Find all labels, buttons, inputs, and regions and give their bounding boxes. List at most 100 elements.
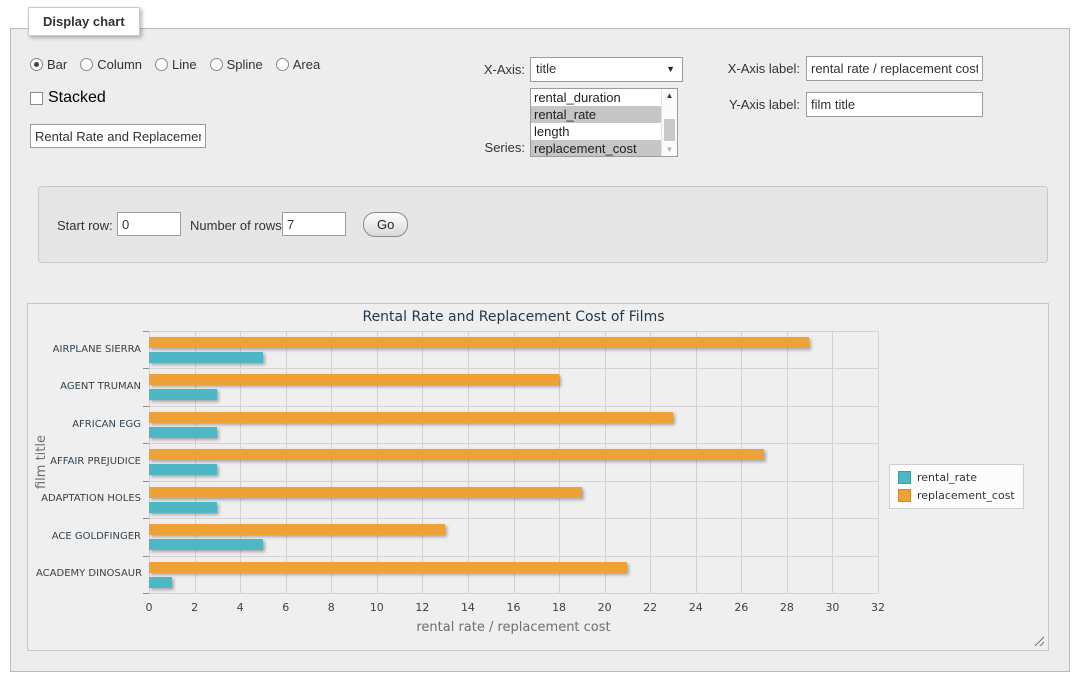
- resize-grip[interactable]: [1034, 636, 1044, 646]
- chart-type-option-label: Bar: [47, 57, 67, 72]
- legend-label: rental_rate: [917, 471, 977, 484]
- start-row-input[interactable]: [117, 212, 181, 236]
- gridline-horizontal: [149, 331, 878, 332]
- chart-title: Rental Rate and Replacement Cost of Film…: [149, 309, 878, 325]
- x-tick-label: 26: [719, 601, 763, 614]
- series-scrollbar[interactable]: ▲ ▼: [661, 89, 677, 156]
- series-option-replacement_cost[interactable]: replacement_cost: [531, 140, 661, 156]
- stacked-label: Stacked: [48, 89, 106, 107]
- legend-item-replacement_cost[interactable]: replacement_cost: [898, 489, 1015, 502]
- plot-area: [149, 331, 878, 593]
- chart-type-option-bar[interactable]: Bar: [30, 57, 67, 72]
- bar-rental_rate: [149, 389, 217, 400]
- bar-rental_rate: [149, 352, 263, 363]
- radio-icon[interactable]: [276, 58, 289, 71]
- gridline-vertical: [377, 331, 378, 593]
- chart-type-option-label: Spline: [227, 57, 263, 72]
- y-axis-label-caption: Y-Axis label:: [700, 97, 800, 112]
- category-label: ACADEMY DINOSAUR: [36, 568, 141, 580]
- stacked-checkbox[interactable]: [30, 92, 43, 105]
- y-axis-tick: [143, 331, 149, 332]
- gridline-vertical: [468, 331, 469, 593]
- x-tick-label: 2: [173, 601, 217, 614]
- y-axis-tick: [143, 481, 149, 482]
- bar-replacement_cost: [149, 412, 673, 423]
- series-option-length[interactable]: length: [531, 123, 661, 140]
- radio-icon[interactable]: [30, 58, 43, 71]
- x-tick-label: 20: [583, 601, 627, 614]
- chart-type-option-column[interactable]: Column: [80, 57, 142, 72]
- x-tick-label: 22: [628, 601, 672, 614]
- scrollbar-thumb[interactable]: [664, 119, 675, 141]
- category-label: AIRPLANE SIERRA: [36, 344, 141, 356]
- series-options: rental_durationrental_ratelengthreplacem…: [531, 89, 661, 156]
- gridline-vertical: [514, 331, 515, 593]
- x-tick-label: 8: [309, 601, 353, 614]
- series-listbox[interactable]: rental_durationrental_ratelengthreplacem…: [530, 88, 678, 157]
- x-tick-label: 24: [674, 601, 718, 614]
- gridline-vertical: [286, 331, 287, 593]
- y-axis-tick: [143, 593, 149, 594]
- gridline-horizontal: [149, 481, 878, 482]
- bar-rental_rate: [149, 464, 217, 475]
- x-tick-label: 4: [218, 601, 262, 614]
- go-button[interactable]: Go: [363, 212, 408, 237]
- x-tick-label: 18: [537, 601, 581, 614]
- gridline-horizontal: [149, 443, 878, 444]
- gridline-vertical: [696, 331, 697, 593]
- stacked-checkbox-row[interactable]: Stacked: [30, 89, 106, 107]
- x-axis-select[interactable]: title ▼: [530, 57, 683, 82]
- gridline-vertical: [422, 331, 423, 593]
- x-tick-label: 0: [127, 601, 171, 614]
- chart-type-option-area[interactable]: Area: [276, 57, 320, 72]
- x-tick-label: 28: [765, 601, 809, 614]
- page: Display chart Bar Column Line Spline Area St…: [0, 0, 1081, 681]
- num-rows-input[interactable]: [282, 212, 346, 236]
- scrollbar-down-arrow-icon[interactable]: ▼: [662, 145, 677, 154]
- gridline-horizontal: [149, 556, 878, 557]
- start-row-label: Start row:: [57, 218, 113, 233]
- gridline-vertical: [559, 331, 560, 593]
- gridline-vertical: [650, 331, 651, 593]
- fieldset-legend: Display chart: [28, 7, 140, 36]
- legend-swatch-icon: [898, 489, 911, 502]
- gridline-vertical: [240, 331, 241, 593]
- gridline-vertical: [195, 331, 196, 593]
- radio-icon[interactable]: [210, 58, 223, 71]
- series-option-rental_duration[interactable]: rental_duration: [531, 89, 661, 106]
- x-tick-label: 12: [400, 601, 444, 614]
- gridline-horizontal: [149, 593, 878, 594]
- category-label: AFRICAN EGG: [36, 419, 141, 431]
- y-axis-tick: [143, 443, 149, 444]
- scrollbar-up-arrow-icon[interactable]: ▲: [662, 91, 677, 100]
- series-select-label: Series:: [455, 140, 525, 155]
- radio-icon[interactable]: [80, 58, 93, 71]
- radio-icon[interactable]: [155, 58, 168, 71]
- y-axis-label-input[interactable]: [806, 92, 983, 117]
- x-axis-title: rental rate / replacement cost: [149, 620, 878, 635]
- bar-replacement_cost: [149, 524, 445, 535]
- series-option-rental_rate[interactable]: rental_rate: [531, 106, 661, 123]
- x-axis-label-input[interactable]: [806, 56, 983, 81]
- chart-type-option-spline[interactable]: Spline: [210, 57, 263, 72]
- bar-replacement_cost: [149, 487, 582, 498]
- legend-label: replacement_cost: [917, 489, 1015, 502]
- chart-type-option-line[interactable]: Line: [155, 57, 197, 72]
- bar-rental_rate: [149, 539, 263, 550]
- chart-type-option-label: Column: [97, 57, 142, 72]
- y-axis-tick: [143, 556, 149, 557]
- x-tick-label: 14: [446, 601, 490, 614]
- gridline-vertical: [787, 331, 788, 593]
- x-tick-label: 32: [856, 601, 900, 614]
- y-axis-tick: [143, 518, 149, 519]
- bar-rental_rate: [149, 427, 217, 438]
- select-dropdown-arrow-icon: ▼: [666, 64, 675, 74]
- gridline-horizontal: [149, 368, 878, 369]
- legend-item-rental_rate[interactable]: rental_rate: [898, 471, 1015, 484]
- x-tick-label: 10: [355, 601, 399, 614]
- chart-title-input[interactable]: [30, 124, 206, 148]
- y-axis-tick: [143, 406, 149, 407]
- bar-replacement_cost: [149, 337, 809, 348]
- chart-legend: rental_rate replacement_cost: [889, 464, 1024, 509]
- bar-replacement_cost: [149, 562, 627, 573]
